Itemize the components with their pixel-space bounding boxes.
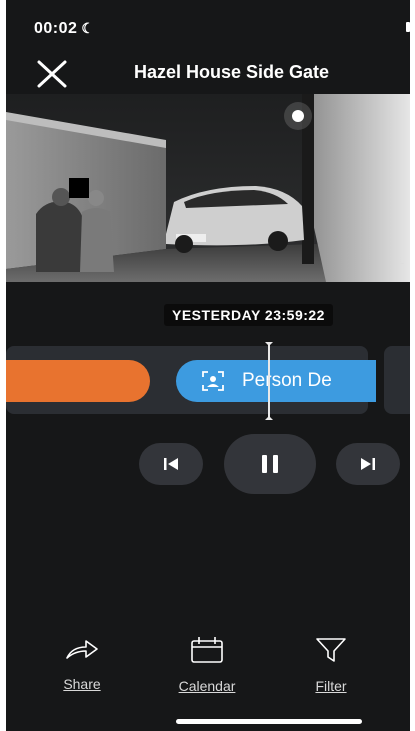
pause-icon xyxy=(262,455,278,473)
person-detection-icon xyxy=(202,371,224,391)
person-detected-event-clip[interactable]: Person De xyxy=(176,360,376,402)
share-button[interactable]: Share xyxy=(37,636,127,692)
close-icon xyxy=(37,60,67,88)
filter-button[interactable]: Filter xyxy=(286,636,376,694)
skip-forward-icon xyxy=(361,458,375,470)
timeline-track-next xyxy=(384,346,410,414)
playhead-bottom-marker-icon xyxy=(265,416,273,420)
pause-button[interactable] xyxy=(224,434,316,494)
calendar-button[interactable]: Calendar xyxy=(162,636,252,694)
calendar-label: Calendar xyxy=(178,678,236,694)
camera-video-player[interactable]: L xyxy=(6,94,410,282)
battery-icon xyxy=(406,22,410,32)
clock-text: 00:02 xyxy=(34,20,78,37)
filter-funnel-icon xyxy=(316,638,346,662)
motion-event-clip[interactable] xyxy=(6,360,150,402)
moon-icon: ☾ xyxy=(81,20,95,36)
night-camera-frame: L xyxy=(6,94,410,282)
calendar-icon xyxy=(191,637,223,663)
filter-label: Filter xyxy=(315,678,347,694)
previous-event-button[interactable] xyxy=(139,443,203,485)
video-timestamp: YESTERDAY 23:59:22 xyxy=(164,304,333,326)
privacy-redaction-box xyxy=(69,178,89,198)
timeline-playhead[interactable] xyxy=(268,344,270,418)
event-timeline[interactable]: Person De xyxy=(6,342,410,420)
share-label: Share xyxy=(63,676,101,692)
share-arrow-icon xyxy=(66,640,98,659)
skip-back-icon xyxy=(164,458,178,470)
phone-screen: 00:02 ☾ Hazel House Side Gate L YESTERDA… xyxy=(6,0,410,731)
page-title: Hazel House Side Gate xyxy=(134,62,330,82)
close-button[interactable] xyxy=(34,56,70,92)
person-event-label: Person De xyxy=(242,370,332,391)
status-bar-time: 00:02 ☾ xyxy=(34,20,94,38)
home-indicator[interactable] xyxy=(176,719,362,724)
svg-text:L: L xyxy=(398,256,404,267)
playhead-top-marker-icon xyxy=(265,342,273,346)
next-event-button[interactable] xyxy=(336,443,400,485)
